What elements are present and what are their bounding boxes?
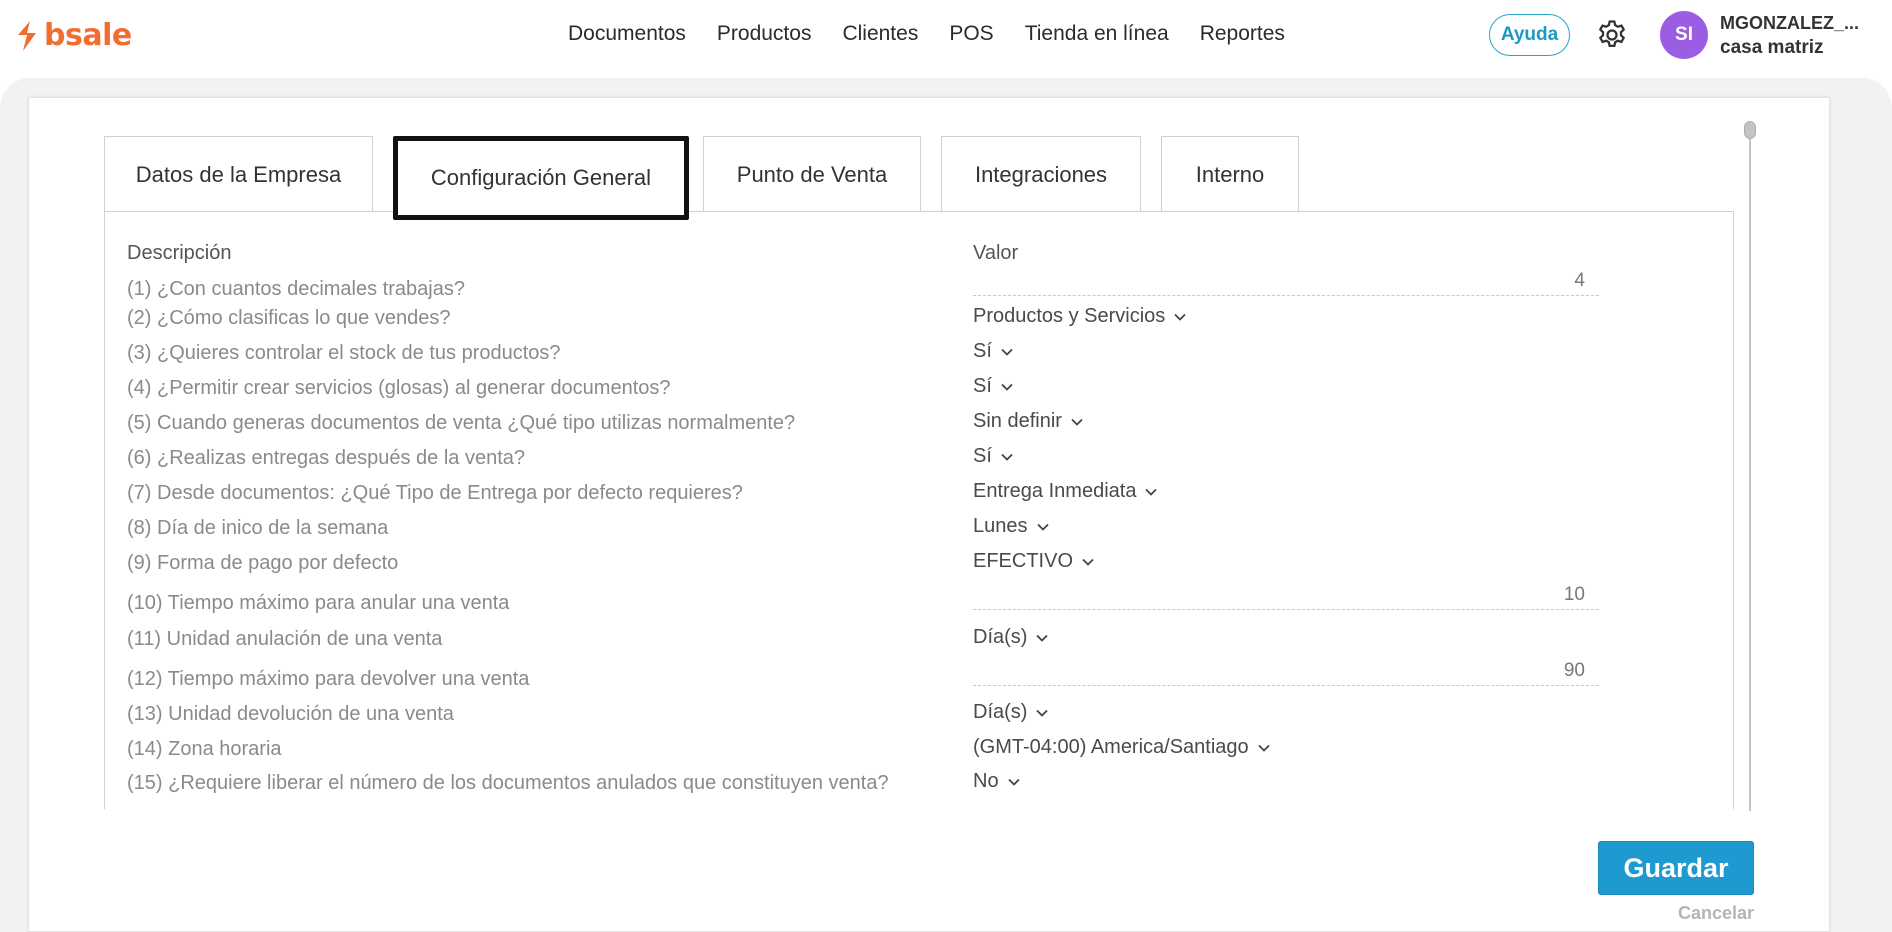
settings-row-week-start: (8) Día de inico de la semana Lunes	[127, 515, 1707, 547]
column-header-value: Valor	[973, 242, 1019, 264]
stock-select[interactable]: Sí	[973, 340, 1014, 363]
setting-label: (6) ¿Realizas entregas después de la ven…	[127, 447, 526, 469]
setting-label: (15) ¿Requiere liberar el número de los …	[127, 772, 889, 794]
select-value: (GMT-04:00) America/Santiago	[973, 736, 1249, 758]
user-branch: casa matriz	[1720, 37, 1824, 58]
nav-item-tienda-en-linea[interactable]: Tienda en línea	[1025, 22, 1169, 46]
column-header-description: Descripción	[127, 242, 232, 264]
chevron-down-icon	[1174, 313, 1186, 321]
deliveries-select[interactable]: Sí	[973, 445, 1014, 468]
avatar[interactable]: SI	[1660, 11, 1708, 59]
document-type-select[interactable]: Sin definir	[973, 410, 1084, 433]
settings-row-timezone: (14) Zona horaria (GMT-04:00) America/Sa…	[127, 736, 1707, 768]
return-unit-select[interactable]: Día(s)	[973, 701, 1049, 724]
nav-item-documentos[interactable]: Documentos	[568, 22, 686, 46]
scrollbar-thumb[interactable]	[1744, 121, 1756, 139]
tab-interno[interactable]: Interno	[1161, 136, 1299, 212]
chevron-down-icon	[1036, 709, 1049, 717]
cancel-unit-select[interactable]: Día(s)	[973, 626, 1049, 649]
setting-label: (8) Día de inico de la semana	[127, 517, 389, 539]
nav-item-clientes[interactable]: Clientes	[842, 22, 918, 46]
bsale-logo-icon	[18, 20, 36, 51]
setting-label: (2) ¿Cómo clasificas lo que vendes?	[127, 307, 451, 329]
select-value: EFECTIVO	[973, 550, 1074, 572]
setting-label: (3) ¿Quieres controlar el stock de tus p…	[127, 342, 561, 364]
nav-item-productos[interactable]: Productos	[717, 22, 812, 46]
chevron-down-icon	[1071, 418, 1083, 426]
tab-integraciones[interactable]: Integraciones	[941, 136, 1141, 212]
settings-row-decimals: (1) ¿Con cuantos decimales trabajas?	[127, 266, 1707, 302]
chevron-down-icon	[1145, 488, 1158, 496]
settings-row-payment-method: (9) Forma de pago por defecto EFECTIVO	[127, 550, 1707, 582]
decimals-input[interactable]	[973, 266, 1599, 296]
top-navbar: bsale Documentos Productos Clientes POS …	[0, 0, 1892, 72]
chevron-down-icon	[1082, 558, 1094, 566]
setting-label: (1) ¿Con cuantos decimales trabajas?	[127, 278, 465, 300]
save-button[interactable]: Guardar	[1598, 841, 1754, 895]
chevron-down-icon	[1036, 523, 1049, 531]
return-time-input[interactable]	[973, 656, 1599, 686]
select-value: Sí	[973, 375, 992, 397]
help-button[interactable]: Ayuda	[1489, 14, 1570, 56]
select-value: Sí	[973, 445, 992, 467]
setting-label: (13) Unidad devolución de una venta	[127, 703, 454, 725]
chevron-down-icon	[1001, 383, 1013, 391]
chevron-down-icon	[1001, 453, 1013, 461]
nav-item-reportes[interactable]: Reportes	[1200, 22, 1285, 46]
settings-row-delivery-type: (7) Desde documentos: ¿Qué Tipo de Entre…	[127, 480, 1707, 512]
cancel-link[interactable]: Cancelar	[1678, 903, 1754, 924]
select-value: Día(s)	[973, 701, 1028, 723]
chevron-down-icon	[1036, 634, 1049, 642]
settings-row-return-time: (12) Tiempo máximo para devolver una ven…	[127, 656, 1707, 698]
select-value: Sí	[973, 340, 992, 362]
tab-punto-de-venta[interactable]: Punto de Venta	[703, 136, 921, 212]
brand-name: bsale	[44, 18, 132, 53]
setting-label: (5) Cuando generas documentos de venta ¿…	[127, 412, 796, 434]
settings-row-deliveries: (6) ¿Realizas entregas después de la ven…	[127, 445, 1707, 477]
scrollbar-track[interactable]	[1749, 121, 1751, 811]
settings-row-cancel-unit: (11) Unidad anulación de una venta Día(s…	[127, 626, 1707, 658]
settings-row-stock: (3) ¿Quieres controlar el stock de tus p…	[127, 340, 1707, 372]
classification-select[interactable]: Productos y Servicios	[973, 305, 1187, 328]
select-value: Día(s)	[973, 626, 1028, 648]
select-value: Lunes	[973, 515, 1028, 537]
cancel-time-input[interactable]	[973, 580, 1599, 610]
tab-datos-de-la-empresa[interactable]: Datos de la Empresa	[104, 136, 373, 212]
setting-label: (11) Unidad anulación de una venta	[127, 628, 443, 650]
release-numbers-select[interactable]: No	[973, 770, 1021, 793]
setting-label: (10) Tiempo máximo para anular una venta	[127, 592, 510, 614]
settings-row-cancel-time: (10) Tiempo máximo para anular una venta	[127, 580, 1707, 622]
settings-row-release-numbers: (15) ¿Requiere liberar el número de los …	[127, 770, 1707, 802]
settings-row-document-type: (5) Cuando generas documentos de venta ¿…	[127, 410, 1707, 442]
bsale-logo[interactable]: bsale	[14, 18, 132, 53]
tab-configuracion-general[interactable]: Configuración General	[393, 136, 689, 220]
select-value: Entrega Inmediata	[973, 480, 1137, 502]
services-select[interactable]: Sí	[973, 375, 1014, 398]
settings-panel: Descripción Valor (1) ¿Con cuantos decim…	[104, 211, 1734, 809]
week-start-select[interactable]: Lunes	[973, 515, 1050, 538]
setting-label: (9) Forma de pago por defecto	[127, 552, 399, 574]
select-value: No	[973, 770, 999, 792]
chevron-down-icon	[1001, 348, 1013, 356]
setting-label: (7) Desde documentos: ¿Qué Tipo de Entre…	[127, 482, 743, 504]
payment-method-select[interactable]: EFECTIVO	[973, 550, 1095, 573]
chevron-down-icon	[1258, 744, 1270, 752]
user-name[interactable]: MGONZALEZ_...	[1720, 13, 1859, 34]
nav-item-pos[interactable]: POS	[949, 22, 993, 46]
settings-row-return-unit: (13) Unidad devolución de una venta Día(…	[127, 701, 1707, 733]
select-value: Productos y Servicios	[973, 305, 1166, 327]
setting-label: (4) ¿Permitir crear servicios (glosas) a…	[127, 377, 671, 399]
delivery-type-select[interactable]: Entrega Inmediata	[973, 480, 1158, 503]
chevron-down-icon	[1007, 778, 1020, 786]
settings-row-classification: (2) ¿Cómo clasificas lo que vendes? Prod…	[127, 305, 1707, 337]
setting-label: (12) Tiempo máximo para devolver una ven…	[127, 668, 530, 690]
setting-label: (14) Zona horaria	[127, 738, 282, 760]
gear-icon[interactable]	[1595, 18, 1629, 52]
select-value: Sin definir	[973, 410, 1062, 432]
timezone-select[interactable]: (GMT-04:00) America/Santiago	[973, 736, 1271, 759]
main-nav: Documentos Productos Clientes POS Tienda…	[568, 22, 1316, 46]
settings-row-services: (4) ¿Permitir crear servicios (glosas) a…	[127, 375, 1707, 407]
